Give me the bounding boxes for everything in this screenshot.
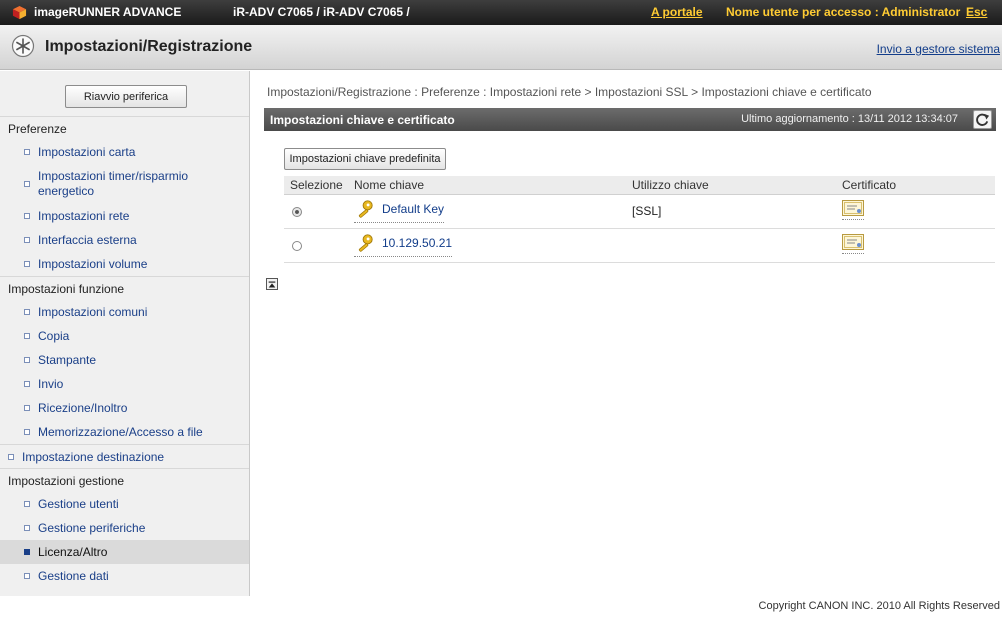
sidebar-nav: Preferenze Impostazioni carta Impostazio… [0, 116, 249, 588]
sidebar-item-printer[interactable]: Stampante [0, 348, 249, 372]
page-title: Impostazioni/Registrazione [45, 38, 253, 55]
sidebar-item-receive-forward[interactable]: Ricezione/Inoltro [0, 396, 249, 420]
sidebar-item-data-management[interactable]: Gestione dati [0, 564, 249, 588]
sidebar: Riavvio periferica Preferenze Impostazio… [0, 71, 250, 596]
sidebar-item-label: Gestione dati [38, 569, 109, 583]
login-user-info: Nome utente per accesso : Administrator [726, 5, 961, 19]
sidebar-item-network-settings[interactable]: Impostazioni rete [0, 204, 249, 228]
sidebar-item-label: Impostazioni volume [38, 257, 148, 271]
copyright-footer: Copyright CANON INC. 2010 All Rights Res… [758, 600, 1000, 612]
bullet-icon [24, 309, 30, 315]
sidebar-item-label: Impostazioni comuni [38, 305, 148, 319]
certificate-icon [842, 233, 864, 250]
sidebar-item-paper-settings[interactable]: Impostazioni carta [0, 140, 249, 164]
sidebar-item-label: Impostazioni timer/risparmio energetico [38, 169, 189, 198]
refresh-button[interactable] [973, 110, 992, 129]
key-name: 10.129.50.21 [382, 236, 453, 250]
canon-cube-logo-icon [12, 5, 27, 20]
reboot-device-button[interactable]: Riavvio periferica [65, 85, 187, 108]
key-name: Default Key [382, 202, 445, 216]
bullet-icon [8, 454, 14, 460]
key-name-link[interactable]: 10.129.50.21 [354, 233, 453, 257]
sidebar-item-device-management[interactable]: Gestione periferiche [0, 516, 249, 540]
send-to-admin-link[interactable]: Invio a gestore sistema [877, 42, 1000, 56]
sidebar-item-label: Memorizzazione/Accesso a file [38, 425, 203, 439]
section-title: Impostazioni chiave e certificato [270, 113, 455, 127]
bullet-icon [24, 501, 30, 507]
key-select-radio[interactable] [292, 206, 302, 217]
key-icon [358, 200, 373, 218]
sidebar-item-label: Invio [38, 377, 64, 391]
sidebar-section-preferences: Preferenze [0, 116, 249, 140]
sidebar-item-label: Stampante [38, 353, 97, 367]
title-bar: Impostazioni/Registrazione Invio a gesto… [0, 25, 1002, 70]
sidebar-item-user-management[interactable]: Gestione utenti [0, 492, 249, 516]
table-header-row: Selezione Nome chiave Utilizzo chiave Ce… [284, 176, 995, 195]
certificate-link[interactable] [842, 233, 864, 254]
bullet-icon [24, 549, 30, 555]
bullet-icon [24, 405, 30, 411]
sidebar-item-volume-settings[interactable]: Impostazioni volume [0, 252, 249, 276]
refresh-icon [976, 113, 990, 126]
sidebar-item-label: Licenza/Altro [38, 545, 108, 559]
sidebar-item-label: Interfaccia esterna [38, 233, 137, 247]
sidebar-item-destination-settings[interactable]: Impostazione destinazione [0, 444, 249, 468]
key-select-radio[interactable] [292, 240, 302, 251]
key-name-link[interactable]: Default Key [354, 199, 445, 223]
device-name: iR-ADV C7065 / iR-ADV C7065 / [233, 5, 410, 19]
sidebar-item-label: Ricezione/Inoltro [38, 401, 128, 415]
sidebar-item-license-other[interactable]: Licenza/Altro [0, 540, 249, 564]
portal-link[interactable]: A portale [651, 5, 703, 19]
bullet-icon [24, 149, 30, 155]
key-usage [626, 228, 836, 263]
bullet-icon [24, 181, 30, 187]
certificate-link[interactable] [842, 199, 864, 220]
certificate-icon [842, 199, 864, 216]
sidebar-item-timer-energy[interactable]: Impostazioni timer/risparmio energetico [0, 164, 249, 204]
sidebar-item-copy[interactable]: Copia [0, 324, 249, 348]
table-row: 10.129.50.21 [284, 228, 995, 263]
sidebar-item-store-access-files[interactable]: Memorizzazione/Accesso a file [0, 420, 249, 444]
settings-asterisk-icon [11, 34, 35, 58]
sidebar-item-label: Gestione utenti [38, 497, 119, 511]
last-update-timestamp: Ultimo aggiornamento : 13/11 2012 13:34:… [741, 113, 958, 125]
sidebar-item-external-interface[interactable]: Interfaccia esterna [0, 228, 249, 252]
bullet-icon [24, 381, 30, 387]
bullet-icon [24, 333, 30, 339]
back-to-top-button[interactable] [266, 278, 278, 290]
logout-link[interactable]: Esc [966, 5, 987, 19]
sidebar-item-common-settings[interactable]: Impostazioni comuni [0, 300, 249, 324]
column-header-certificate: Certificato [836, 176, 995, 195]
breadcrumb: Impostazioni/Registrazione : Preferenze … [267, 85, 872, 99]
product-name: imageRUNNER ADVANCE [34, 5, 182, 19]
bullet-icon [24, 261, 30, 267]
column-header-selection: Selezione [284, 176, 348, 195]
sidebar-section-management-settings: Impostazioni gestione [0, 468, 249, 492]
sidebar-item-label: Copia [38, 329, 70, 343]
bullet-icon [24, 525, 30, 531]
sidebar-item-label: Gestione periferiche [38, 521, 146, 535]
sidebar-section-function-settings: Impostazioni funzione [0, 276, 249, 300]
key-usage: [SSL] [626, 194, 836, 229]
section-header: Impostazioni chiave e certificato Ultimo… [264, 108, 996, 131]
bullet-icon [24, 213, 30, 219]
bullet-icon [24, 357, 30, 363]
default-key-settings-button[interactable]: Impostazioni chiave predefinita [284, 148, 446, 170]
bullet-icon [24, 429, 30, 435]
top-bar: imageRUNNER ADVANCE iR-ADV C7065 / iR-AD… [0, 0, 1002, 25]
table-row: Default Key [SSL] [284, 194, 995, 229]
column-header-key-name: Nome chiave [348, 176, 626, 195]
key-icon [358, 234, 373, 252]
key-table: Selezione Nome chiave Utilizzo chiave Ce… [284, 176, 995, 263]
column-header-key-usage: Utilizzo chiave [626, 176, 836, 195]
bullet-icon [24, 573, 30, 579]
bullet-icon [24, 237, 30, 243]
sidebar-item-send[interactable]: Invio [0, 372, 249, 396]
sidebar-item-label: Impostazione destinazione [22, 450, 165, 464]
sidebar-item-label: Impostazioni rete [38, 209, 130, 223]
sidebar-item-label: Impostazioni carta [38, 145, 136, 159]
back-to-top-icon [268, 281, 276, 288]
